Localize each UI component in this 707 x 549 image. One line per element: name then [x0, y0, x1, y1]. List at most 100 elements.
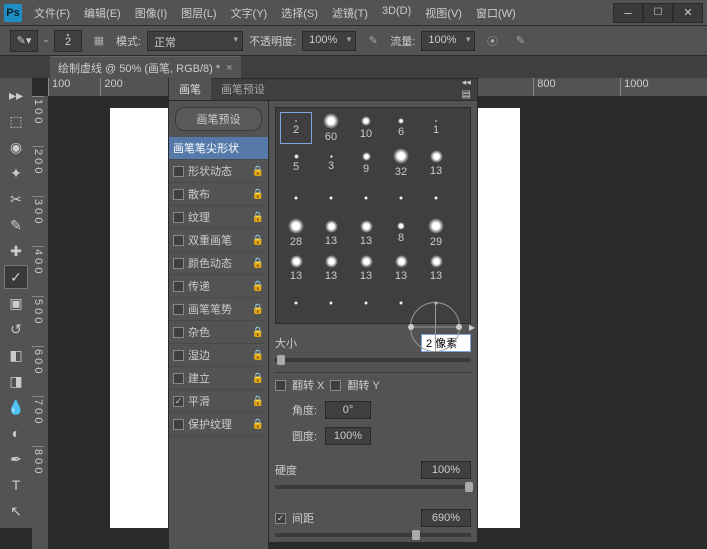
minimize-button[interactable]: [613, 3, 643, 23]
brush-tip-19[interactable]: 29: [420, 217, 452, 249]
brush-tip-2[interactable]: 10: [350, 112, 382, 144]
brush-tip-15[interactable]: 28: [280, 217, 312, 249]
lock-icon[interactable]: 🔒: [252, 166, 264, 177]
brush-tip-3[interactable]: 6: [385, 112, 417, 144]
hardness-slider[interactable]: [275, 485, 471, 489]
option-checkbox[interactable]: [173, 281, 184, 292]
flip-x-checkbox[interactable]: [275, 380, 286, 391]
menu-window[interactable]: 窗口(W): [470, 2, 522, 24]
brush-tip-16[interactable]: 13: [315, 217, 347, 249]
brush-tip-0[interactable]: 2: [280, 112, 312, 144]
brush-option-0[interactable]: 形状动态🔒: [169, 160, 268, 183]
pressure-size-icon[interactable]: ✎: [509, 30, 531, 52]
brush-tool[interactable]: ✓: [4, 265, 28, 289]
brush-option-6[interactable]: 画笔笔势🔒: [169, 298, 268, 321]
lock-icon[interactable]: 🔒: [252, 373, 264, 384]
option-checkbox[interactable]: [173, 258, 184, 269]
option-checkbox[interactable]: [173, 396, 184, 407]
eraser-tool[interactable]: ◧: [4, 343, 28, 367]
brush-option-8[interactable]: 湿边🔒: [169, 344, 268, 367]
size-slider[interactable]: [275, 358, 471, 362]
option-checkbox[interactable]: [173, 327, 184, 338]
option-checkbox[interactable]: [173, 350, 184, 361]
menu-filter[interactable]: 滤镜(T): [326, 2, 374, 24]
brush-tip-14[interactable]: [420, 182, 452, 214]
menu-select[interactable]: 选择(S): [275, 2, 324, 24]
spacing-input[interactable]: 690%: [421, 509, 471, 527]
lock-icon[interactable]: 🔒: [252, 189, 264, 200]
pressure-opacity-icon[interactable]: ✎: [362, 30, 384, 52]
marquee-tool[interactable]: ⬚: [4, 109, 28, 133]
tab-brush-presets[interactable]: 画笔预设: [211, 78, 275, 100]
healing-tool[interactable]: ✚: [4, 239, 28, 263]
lock-icon[interactable]: 🔒: [252, 419, 264, 430]
brush-tip-21[interactable]: 13: [315, 252, 347, 284]
menu-file[interactable]: 文件(F): [28, 2, 76, 24]
brush-tip-6[interactable]: 3: [315, 147, 347, 179]
menu-type[interactable]: 文字(Y): [225, 2, 274, 24]
pen-tool[interactable]: ✒: [4, 447, 28, 471]
brush-tip-26[interactable]: [315, 287, 347, 319]
tab-brush[interactable]: 画笔: [169, 78, 211, 100]
brush-tip-23[interactable]: 13: [385, 252, 417, 284]
blend-mode-select[interactable]: 正常: [147, 31, 243, 51]
angle-input[interactable]: 0°: [325, 401, 371, 419]
brush-presets-button[interactable]: 画笔预设: [175, 107, 262, 131]
lock-icon[interactable]: 🔒: [252, 327, 264, 338]
option-checkbox[interactable]: [173, 304, 184, 315]
brush-option-3[interactable]: 双重画笔🔒: [169, 229, 268, 252]
lock-icon[interactable]: 🔒: [252, 235, 264, 246]
path-tool[interactable]: ↖: [4, 499, 28, 523]
airbrush-icon[interactable]: ⦿: [481, 30, 503, 52]
brush-tip-25[interactable]: [280, 287, 312, 319]
brush-tip-9[interactable]: 13: [420, 147, 452, 179]
brush-tip-1[interactable]: 60: [315, 112, 347, 144]
brush-tip-13[interactable]: [385, 182, 417, 214]
gradient-tool[interactable]: ◨: [4, 369, 28, 393]
flow-input[interactable]: 100%: [421, 31, 475, 51]
document-tab[interactable]: 绘制虚线 @ 50% (画笔, RGB/8) * ×: [50, 56, 241, 79]
angle-diagram[interactable]: ▸: [405, 297, 465, 357]
roundness-input[interactable]: 100%: [325, 427, 371, 445]
spacing-checkbox[interactable]: [275, 513, 286, 524]
maximize-button[interactable]: [643, 3, 673, 23]
lock-icon[interactable]: 🔒: [252, 258, 264, 269]
close-window-button[interactable]: [673, 3, 703, 23]
eyedropper-tool[interactable]: ✎: [4, 213, 28, 237]
brush-option-1[interactable]: 散布🔒: [169, 183, 268, 206]
lock-icon[interactable]: 🔒: [252, 304, 264, 315]
brush-tip-4[interactable]: 1: [420, 112, 452, 144]
brush-option-11[interactable]: 保护纹理🔒: [169, 413, 268, 436]
spacing-slider[interactable]: [275, 533, 471, 537]
brush-tip-5[interactable]: 5: [280, 147, 312, 179]
option-checkbox[interactable]: [173, 189, 184, 200]
lasso-tool[interactable]: ◉: [4, 135, 28, 159]
hardness-input[interactable]: 100%: [421, 461, 471, 479]
option-checkbox[interactable]: [173, 212, 184, 223]
close-tab-button[interactable]: ×: [226, 62, 232, 74]
panel-menu[interactable]: ◂◂▤: [456, 77, 477, 100]
brush-tip-shape[interactable]: 画笔笔尖形状: [169, 137, 268, 160]
brush-tip-11[interactable]: [315, 182, 347, 214]
brush-tip-24[interactable]: 13: [420, 252, 452, 284]
brush-option-7[interactable]: 杂色🔒: [169, 321, 268, 344]
move-tool[interactable]: ▸▸: [4, 83, 28, 107]
blur-tool[interactable]: 💧: [4, 395, 28, 419]
menu-layer[interactable]: 图层(L): [175, 2, 222, 24]
brush-tip-22[interactable]: 13: [350, 252, 382, 284]
dodge-tool[interactable]: ◐: [4, 421, 28, 445]
stamp-tool[interactable]: ▣: [4, 291, 28, 315]
magic-wand-tool[interactable]: ✦: [4, 161, 28, 185]
brush-tip-7[interactable]: 9: [350, 147, 382, 179]
lock-icon[interactable]: 🔒: [252, 350, 264, 361]
menu-view[interactable]: 视图(V): [419, 2, 468, 24]
history-brush-tool[interactable]: ↺: [4, 317, 28, 341]
option-checkbox[interactable]: [173, 373, 184, 384]
brush-tip-10[interactable]: [280, 182, 312, 214]
tool-preset-picker[interactable]: ✎▾: [10, 30, 38, 52]
type-tool[interactable]: T: [4, 473, 28, 497]
brush-tip-8[interactable]: 32: [385, 147, 417, 179]
brush-option-2[interactable]: 纹理🔒: [169, 206, 268, 229]
option-checkbox[interactable]: [173, 166, 184, 177]
crop-tool[interactable]: ✂: [4, 187, 28, 211]
